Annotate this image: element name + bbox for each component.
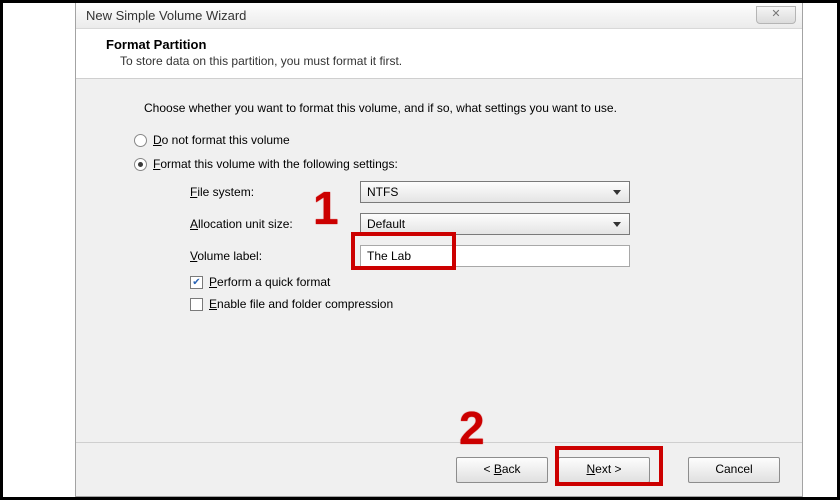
titlebar: New Simple Volume Wizard ✕	[76, 3, 802, 29]
cancel-button[interactable]: Cancel	[688, 457, 780, 483]
radio-icon-checked	[134, 158, 147, 171]
allocation-combo[interactable]: Default	[360, 213, 630, 235]
allocation-label: Allocation unit size:	[190, 217, 360, 231]
page-title: Format Partition	[106, 37, 790, 52]
back-button[interactable]: < Back	[456, 457, 548, 483]
window-title: New Simple Volume Wizard	[86, 8, 246, 23]
radio-icon	[134, 134, 147, 147]
chevron-down-icon	[609, 216, 625, 232]
allocation-value: Default	[367, 217, 405, 231]
radio-no-format[interactable]: Do not format this volume	[134, 133, 754, 147]
checkbox-icon	[190, 298, 203, 311]
settings-grid: File system: NTFS Allocation unit size: …	[190, 181, 754, 267]
quick-format-label: Perform a quick format	[209, 275, 330, 289]
radio-do-format[interactable]: Format this volume with the following se…	[134, 157, 754, 171]
volume-label-input[interactable]: The Lab	[360, 245, 630, 267]
instruction-text: Choose whether you want to format this v…	[144, 101, 754, 115]
radio-do-format-label: Format this volume with the following se…	[153, 157, 398, 171]
checkbox-checked-icon: ✔	[190, 276, 203, 289]
page-subtitle: To store data on this partition, you mus…	[106, 54, 790, 68]
outer-frame: New Simple Volume Wizard ✕ Format Partit…	[0, 0, 840, 500]
compression-check[interactable]: Enable file and folder compression	[190, 297, 754, 311]
wizard-header: Format Partition To store data on this p…	[76, 29, 802, 79]
next-button[interactable]: Next >	[558, 457, 650, 483]
wizard-body: Choose whether you want to format this v…	[76, 79, 802, 442]
volume-label-label: Volume label:	[190, 249, 360, 263]
radio-no-format-label: Do not format this volume	[153, 133, 290, 147]
file-system-combo[interactable]: NTFS	[360, 181, 630, 203]
quick-format-check[interactable]: ✔ Perform a quick format	[190, 275, 754, 289]
file-system-value: NTFS	[367, 185, 398, 199]
chevron-down-icon	[609, 184, 625, 200]
file-system-label: File system:	[190, 185, 360, 199]
button-bar: < Back Next > Cancel	[76, 442, 802, 496]
compression-label: Enable file and folder compression	[209, 297, 393, 311]
wizard-window: New Simple Volume Wizard ✕ Format Partit…	[75, 3, 803, 497]
close-button[interactable]: ✕	[756, 6, 796, 24]
